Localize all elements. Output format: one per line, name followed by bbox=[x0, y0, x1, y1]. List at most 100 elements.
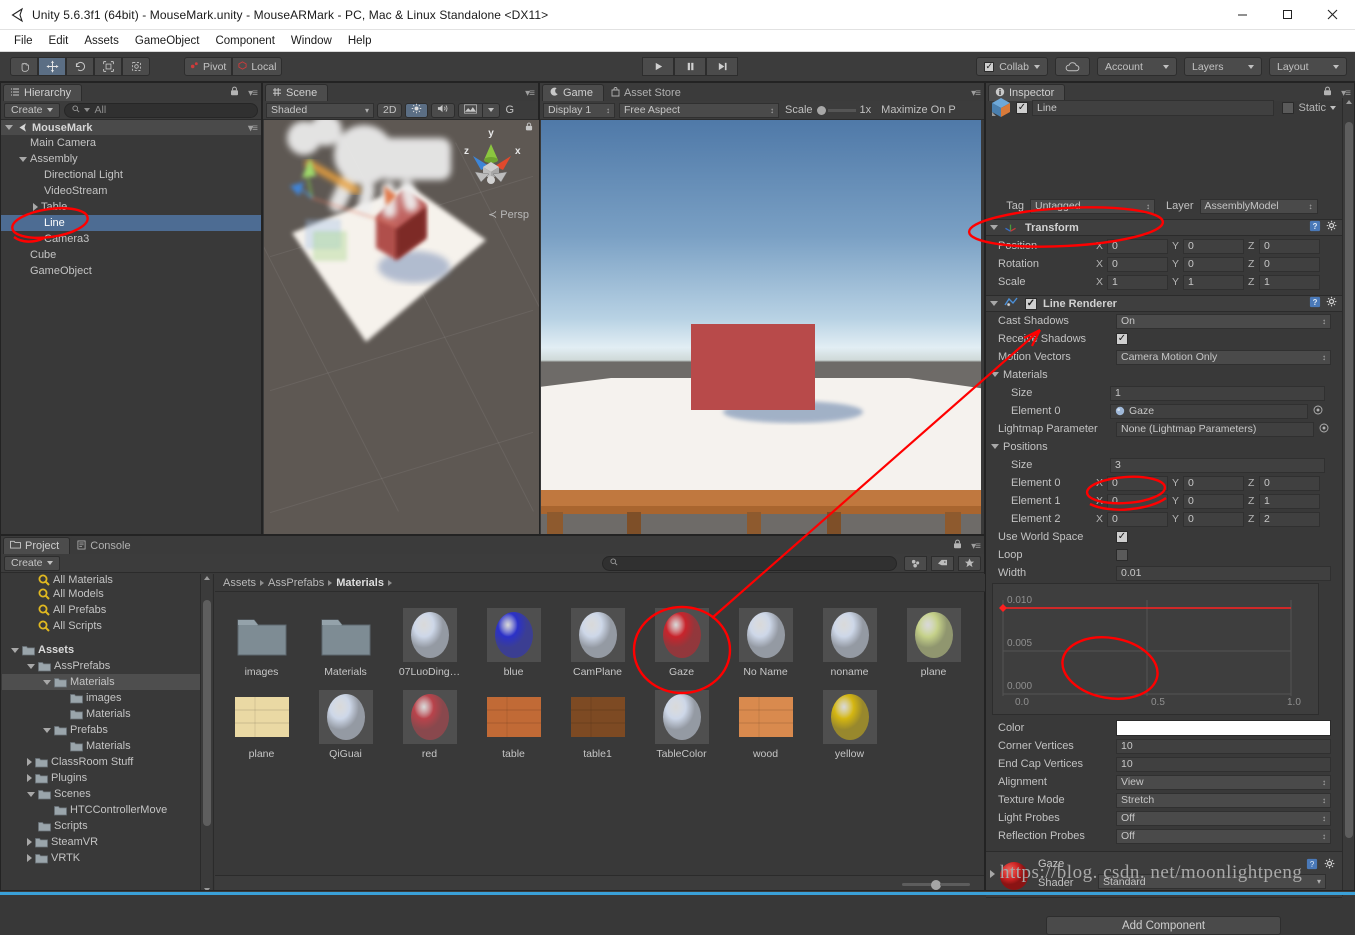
tab-scene[interactable]: Scene bbox=[265, 84, 329, 101]
project-filter-label-button[interactable] bbox=[931, 555, 954, 571]
help-icon[interactable]: ? bbox=[1309, 296, 1321, 311]
transform-position-z[interactable]: 0 bbox=[1259, 238, 1320, 254]
project-search-input[interactable] bbox=[602, 555, 897, 571]
chevron-down-icon[interactable] bbox=[11, 647, 19, 653]
hierarchy-item-cube[interactable]: Cube bbox=[1, 247, 261, 263]
chevron-down-icon[interactable] bbox=[27, 663, 35, 669]
breadcrumb-item-1[interactable]: AssPrefabs bbox=[268, 577, 324, 589]
transform-rotation-y[interactable]: 0 bbox=[1183, 256, 1244, 272]
chevron-down-icon[interactable] bbox=[5, 125, 13, 130]
layout-button[interactable]: Layout bbox=[1269, 57, 1347, 76]
move-tool-button[interactable] bbox=[38, 57, 66, 76]
project-tree-item-scenes[interactable]: Scenes bbox=[2, 786, 207, 802]
menu-file[interactable]: File bbox=[6, 33, 41, 49]
position-1-z[interactable]: 1 bbox=[1259, 493, 1320, 509]
position-2-y[interactable]: 0 bbox=[1183, 511, 1244, 527]
lightmap-parameter-objectfield[interactable]: None (Lightmap Parameters) bbox=[1116, 421, 1314, 437]
hierarchy-item-directional-light[interactable]: Directional Light bbox=[1, 167, 261, 183]
project-tree-item-assprefabs[interactable]: AssPrefabs bbox=[2, 658, 207, 674]
asset-item[interactable]: Gaze bbox=[641, 608, 722, 678]
chevron-right-icon[interactable] bbox=[27, 838, 32, 846]
texture-mode-dropdown[interactable]: Stretch ↕ bbox=[1116, 792, 1331, 808]
asset-item[interactable]: table1 bbox=[557, 690, 638, 760]
scale-tool-button[interactable] bbox=[94, 57, 122, 76]
project-tree-item-classroom-stuff[interactable]: ClassRoom Stuff bbox=[2, 754, 207, 770]
project-tree-item-htccontrollermove[interactable]: HTCControllerMove bbox=[2, 802, 207, 818]
project-tree-item-plugins[interactable]: Plugins bbox=[2, 770, 207, 786]
chevron-down-icon[interactable] bbox=[1330, 106, 1336, 110]
asset-item[interactable]: noname bbox=[809, 608, 890, 678]
menu-help[interactable]: Help bbox=[340, 33, 380, 49]
static-checkbox[interactable] bbox=[1282, 102, 1295, 114]
tab-console[interactable]: Console bbox=[70, 537, 142, 554]
hierarchy-options-icon[interactable]: ▾≡ bbox=[248, 88, 258, 99]
chevron-right-icon[interactable] bbox=[33, 203, 38, 211]
scene-options-icon[interactable]: ▾≡ bbox=[248, 123, 258, 134]
scene-effects-dropdown[interactable] bbox=[482, 102, 501, 118]
hierarchy-item-main-camera[interactable]: Main Camera bbox=[1, 135, 261, 151]
rotate-tool-button[interactable] bbox=[66, 57, 94, 76]
project-tree-item-all-prefabs[interactable]: All Prefabs bbox=[2, 602, 207, 618]
game-aspect-dropdown[interactable]: Free Aspect ↕ bbox=[619, 102, 779, 118]
transform-component-header[interactable]: Transform ? bbox=[986, 219, 1342, 236]
account-button[interactable]: Account bbox=[1097, 57, 1177, 76]
project-tree-item-materials[interactable]: Materials bbox=[2, 674, 207, 690]
rect-tool-button[interactable] bbox=[122, 57, 150, 76]
game-maximize-label[interactable]: Maximize On P bbox=[881, 104, 956, 116]
play-button[interactable] bbox=[642, 57, 674, 76]
hand-tool-button[interactable] bbox=[10, 57, 38, 76]
pause-button[interactable] bbox=[674, 57, 706, 76]
chevron-right-icon[interactable] bbox=[990, 870, 995, 878]
help-icon[interactable]: ? bbox=[1306, 858, 1318, 873]
chevron-down-icon[interactable] bbox=[991, 444, 999, 449]
layer-dropdown[interactable]: AssemblyModel ↕ bbox=[1199, 198, 1318, 214]
project-options-icon[interactable]: ▾≡ bbox=[971, 541, 981, 552]
positions-foldout[interactable]: Positions bbox=[986, 438, 1342, 455]
asset-item[interactable]: TableColor bbox=[641, 690, 722, 760]
transform-rotation-z[interactable]: 0 bbox=[1259, 256, 1320, 272]
materials-element0-objectfield[interactable]: Gaze bbox=[1110, 403, 1308, 419]
menu-edit[interactable]: Edit bbox=[41, 33, 77, 49]
chevron-down-icon[interactable] bbox=[990, 301, 998, 306]
motion-vectors-dropdown[interactable]: Camera Motion Only ↕ bbox=[1116, 349, 1331, 365]
asset-item[interactable]: blue bbox=[473, 608, 554, 678]
scene-lock-icon[interactable] bbox=[525, 122, 533, 134]
breadcrumb-item-0[interactable]: Assets bbox=[223, 577, 256, 589]
transform-scale-z[interactable]: 1 bbox=[1259, 274, 1320, 290]
inspector-scrollbar[interactable] bbox=[1342, 98, 1354, 896]
asset-item[interactable]: wood bbox=[725, 690, 806, 760]
scene-orientation-gizmo[interactable]: y z x bbox=[451, 122, 533, 205]
width-curve-editor[interactable]: 0.010 0.005 0.000 0.0 0.5 1.0 bbox=[992, 583, 1319, 715]
position-2-z[interactable]: 2 bbox=[1259, 511, 1320, 527]
pivot-toggle-button[interactable]: Pivot bbox=[184, 57, 233, 76]
position-0-z[interactable]: 0 bbox=[1259, 475, 1320, 491]
asset-item[interactable]: plane bbox=[221, 690, 302, 760]
hierarchy-item-table[interactable]: Table bbox=[1, 199, 261, 215]
hierarchy-item-assembly[interactable]: Assembly bbox=[1, 151, 261, 167]
tab-asset-store[interactable]: Asset Store bbox=[603, 84, 692, 101]
project-filter-type-button[interactable] bbox=[904, 555, 927, 571]
chevron-right-icon[interactable] bbox=[27, 774, 32, 782]
scene-audio-toggle[interactable] bbox=[431, 102, 456, 118]
line-renderer-enabled-checkbox[interactable]: ✓ bbox=[1025, 297, 1037, 310]
chevron-right-icon[interactable] bbox=[27, 854, 32, 862]
step-button[interactable] bbox=[706, 57, 738, 76]
help-icon[interactable]: ? bbox=[1309, 220, 1321, 235]
position-2-x[interactable]: 0 bbox=[1107, 511, 1168, 527]
project-tree-item-all-scripts[interactable]: All Scripts bbox=[2, 618, 207, 634]
menu-window[interactable]: Window bbox=[283, 33, 340, 49]
add-component-button[interactable]: Add Component bbox=[1046, 916, 1281, 935]
asset-item[interactable]: plane bbox=[893, 608, 974, 678]
materials-size-input[interactable]: 1 bbox=[1110, 385, 1325, 401]
project-tree-item-steamvr[interactable]: SteamVR bbox=[2, 834, 207, 850]
chevron-right-icon[interactable] bbox=[27, 758, 32, 766]
position-1-x[interactable]: 0 bbox=[1107, 493, 1168, 509]
gear-icon[interactable] bbox=[1324, 858, 1336, 873]
transform-rotation-x[interactable]: 0 bbox=[1107, 256, 1168, 272]
scene-lighting-toggle[interactable] bbox=[405, 102, 429, 118]
hierarchy-item-videostream[interactable]: VideoStream bbox=[1, 183, 261, 199]
close-button[interactable] bbox=[1310, 0, 1355, 30]
scene-viewport[interactable]: y z x ≺ Persp bbox=[264, 120, 539, 534]
width-input[interactable]: 0.01 bbox=[1116, 565, 1331, 581]
tab-project[interactable]: Project bbox=[3, 537, 71, 554]
